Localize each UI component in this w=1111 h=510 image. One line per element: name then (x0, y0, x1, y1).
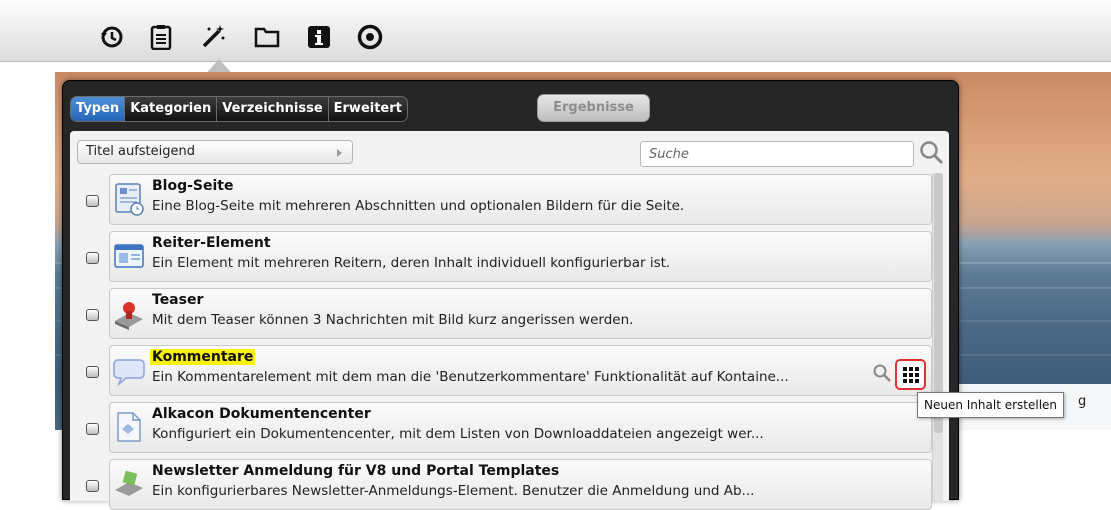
list-item: Kommentare Ein Kommentarelement mit dem … (77, 345, 932, 396)
newsletter-icon (112, 466, 146, 502)
preview-search-icon[interactable] (872, 363, 892, 387)
item-title: Teaser (152, 292, 204, 308)
comment-bubble-icon (112, 352, 146, 388)
content-panel: Titel aufsteigend Blog-Seite Eine Blog-S… (70, 131, 949, 510)
item-title: Newsletter Anmeldung für V8 und Portal T… (152, 463, 560, 479)
create-new-tooltip: Neuen Inhalt erstellen (917, 392, 1065, 418)
item-checkbox[interactable] (86, 252, 99, 264)
item-description: Ein konfigurierbares Newsletter-Anmeldun… (152, 483, 755, 499)
list-item: Newsletter Anmeldung für V8 und Portal T… (77, 459, 932, 510)
tab-verzeichnisse[interactable]: Verzeichnisse (217, 97, 329, 121)
item-description: Ein Element mit mehreren Reitern, deren … (152, 255, 671, 271)
item-card[interactable]: Newsletter Anmeldung für V8 und Portal T… (109, 459, 932, 510)
item-title: Blog-Seite (152, 178, 234, 194)
create-new-button[interactable] (895, 359, 926, 390)
folder-icon[interactable] (252, 22, 282, 52)
blog-page-icon (112, 181, 146, 217)
item-title: Kommentare (150, 349, 256, 365)
item-checkbox[interactable] (86, 309, 99, 321)
item-card[interactable]: Blog-Seite Eine Blog-Seite mit mehreren … (109, 174, 932, 225)
tab-bar: Typen Kategorien Verzeichnisse Erweitert (70, 96, 408, 122)
item-title: Alkacon Dokumentencenter (152, 406, 371, 422)
clipboard-icon[interactable] (146, 22, 176, 52)
list-scrollbar[interactable] (932, 173, 943, 501)
grid-icon (902, 366, 919, 383)
magic-wand-icon[interactable] (198, 22, 228, 52)
list-item: Reiter-Element Ein Element mit mehreren … (77, 231, 932, 282)
search-input[interactable] (640, 141, 914, 167)
chevron-right-icon (337, 149, 342, 157)
item-title: Reiter-Element (152, 235, 271, 251)
results-button[interactable]: Ergebnisse (537, 94, 650, 122)
teaser-icon (112, 295, 146, 331)
list-item: Alkacon Dokumentencenter Konfiguriert ei… (77, 402, 932, 453)
tab-element-icon (112, 238, 146, 274)
list-item: Blog-Seite Eine Blog-Seite mit mehreren … (77, 174, 932, 225)
target-icon[interactable] (355, 22, 385, 52)
item-description: Eine Blog-Seite mit mehreren Abschnitten… (152, 198, 685, 214)
item-checkbox[interactable] (86, 423, 99, 435)
item-description: Ein Kommentarelement mit dem man die 'Be… (152, 369, 789, 385)
sort-select[interactable]: Titel aufsteigend (77, 140, 353, 164)
item-description: Mit dem Teaser können 3 Nachrichten mit … (152, 312, 634, 328)
info-icon[interactable] (304, 22, 334, 52)
tab-erweitert[interactable]: Erweitert (328, 97, 407, 121)
search-icon[interactable] (918, 139, 946, 167)
item-card[interactable]: Reiter-Element Ein Element mit mehreren … (109, 231, 932, 282)
item-checkbox[interactable] (86, 480, 99, 492)
item-checkbox[interactable] (86, 366, 99, 378)
history-icon[interactable] (97, 22, 127, 52)
item-tools (872, 359, 926, 390)
gallery-dialog: Typen Kategorien Verzeichnisse Erweitert… (62, 80, 959, 510)
item-description: Konfiguriert ein Dokumentencenter, mit d… (152, 426, 764, 442)
document-center-icon (112, 409, 146, 445)
list-item: Teaser Mit dem Teaser können 3 Nachricht… (77, 288, 932, 339)
tab-typen[interactable]: Typen (71, 97, 126, 121)
item-card[interactable]: Teaser Mit dem Teaser können 3 Nachricht… (109, 288, 932, 339)
item-checkbox[interactable] (86, 195, 99, 207)
sort-select-value: Titel aufsteigend (86, 144, 195, 159)
tab-kategorien[interactable]: Kategorien (125, 97, 218, 121)
item-card[interactable]: Alkacon Dokumentencenter Konfiguriert ei… (109, 402, 932, 453)
item-card[interactable]: Kommentare Ein Kommentarelement mit dem … (109, 345, 932, 396)
top-toolbar (0, 0, 1111, 79)
